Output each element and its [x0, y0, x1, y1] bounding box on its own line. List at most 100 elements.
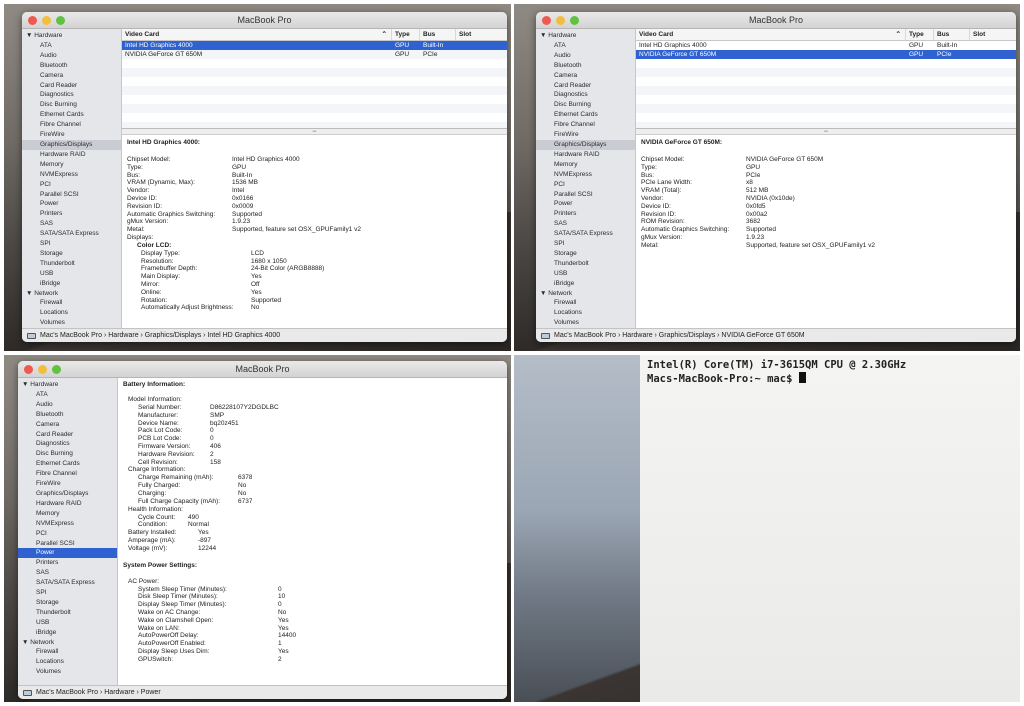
- table-row[interactable]: Intel HD Graphics 4000 GPU Built-In: [636, 41, 1016, 50]
- sidebar-item[interactable]: NVMExpress: [18, 519, 117, 529]
- column-header-slot[interactable]: Slot: [970, 29, 1000, 40]
- sidebar-group-hardware[interactable]: ▼ Hardware: [22, 31, 121, 41]
- sidebar-item[interactable]: SATA/SATA Express: [536, 229, 635, 239]
- sidebar-item[interactable]: Parallel SCSI: [22, 190, 121, 200]
- sidebar-item[interactable]: Hardware RAID: [536, 150, 635, 160]
- sidebar-item[interactable]: Power: [536, 199, 635, 209]
- minimize-icon[interactable]: [38, 365, 47, 374]
- sidebar-item[interactable]: Disc Burning: [22, 100, 121, 110]
- sidebar-item[interactable]: Disc Burning: [18, 449, 117, 459]
- sidebar-item[interactable]: PCI: [536, 180, 635, 190]
- sidebar-item[interactable]: Graphics/Displays: [536, 139, 635, 150]
- zoom-icon[interactable]: [52, 365, 61, 374]
- sidebar-item[interactable]: SATA/SATA Express: [18, 578, 117, 588]
- column-header-bus[interactable]: Bus: [934, 29, 970, 40]
- sidebar-item[interactable]: Graphics/Displays: [18, 489, 117, 499]
- breadcrumb[interactable]: Mac's MacBook Pro › Hardware › Graphics/…: [554, 329, 805, 342]
- sidebar-item[interactable]: Diagnostics: [18, 439, 117, 449]
- sidebar-item[interactable]: USB: [18, 618, 117, 628]
- sidebar-item[interactable]: Card Reader: [22, 81, 121, 91]
- sidebar-item[interactable]: Fibre Channel: [18, 469, 117, 479]
- sidebar-item[interactable]: Diagnostics: [22, 90, 121, 100]
- sidebar-item[interactable]: Memory: [536, 160, 635, 170]
- sidebar-item[interactable]: Thunderbolt: [18, 608, 117, 618]
- sidebar-item[interactable]: Graphics/Displays: [22, 139, 121, 150]
- title-bar[interactable]: MacBook Pro: [536, 12, 1016, 29]
- sidebar-item[interactable]: Card Reader: [536, 81, 635, 91]
- sidebar-item[interactable]: SPI: [536, 239, 635, 249]
- sidebar-item[interactable]: Volumes: [18, 667, 117, 677]
- close-icon[interactable]: [542, 16, 551, 25]
- sidebar-item[interactable]: SAS: [22, 219, 121, 229]
- sidebar-item[interactable]: NVMExpress: [536, 170, 635, 180]
- close-icon[interactable]: [28, 16, 37, 25]
- sidebar-item[interactable]: SAS: [536, 219, 635, 229]
- sidebar-item[interactable]: Printers: [22, 209, 121, 219]
- sidebar-item[interactable]: Printers: [536, 209, 635, 219]
- sidebar-item[interactable]: Locations: [22, 308, 121, 318]
- sidebar-item[interactable]: Fibre Channel: [22, 120, 121, 130]
- sidebar-item[interactable]: Audio: [22, 51, 121, 61]
- sidebar-item[interactable]: iBridge: [536, 279, 635, 289]
- prompt-line[interactable]: Macs-MacBook-Pro:~ mac$: [647, 372, 1013, 386]
- sidebar-item[interactable]: Bluetooth: [18, 410, 117, 420]
- sidebar-group-network[interactable]: ▼ Network: [536, 289, 635, 299]
- sidebar-item[interactable]: USB: [22, 269, 121, 279]
- sidebar-item[interactable]: Bluetooth: [22, 61, 121, 71]
- terminal-window[interactable]: Intel(R) Core(TM) i7-3615QM CPU @ 2.30GH…: [640, 355, 1020, 702]
- breadcrumb[interactable]: Mac's MacBook Pro › Hardware › Power: [36, 686, 161, 699]
- sidebar-item[interactable]: FireWire: [18, 479, 117, 489]
- sidebar-item[interactable]: ATA: [22, 41, 121, 51]
- sidebar-item[interactable]: iBridge: [22, 279, 121, 289]
- column-header-type[interactable]: Type: [392, 29, 420, 40]
- sidebar-item[interactable]: Bluetooth: [536, 61, 635, 71]
- sidebar-item[interactable]: Power: [18, 548, 117, 559]
- table-row[interactable]: NVIDIA GeForce GT 650M GPU PCIe: [636, 50, 1016, 59]
- column-header-bus[interactable]: Bus: [420, 29, 456, 40]
- zoom-icon[interactable]: [56, 16, 65, 25]
- sidebar-item[interactable]: PCI: [22, 180, 121, 190]
- sidebar-item[interactable]: SAS: [18, 568, 117, 578]
- minimize-icon[interactable]: [42, 16, 51, 25]
- sidebar-item[interactable]: ATA: [18, 390, 117, 400]
- sidebar-item[interactable]: NVMExpress: [22, 170, 121, 180]
- sidebar-item[interactable]: PCI: [18, 529, 117, 539]
- sidebar-item[interactable]: Memory: [22, 160, 121, 170]
- close-icon[interactable]: [24, 365, 33, 374]
- column-header-video-card[interactable]: Video Card ⌃: [122, 29, 392, 40]
- sidebar-item[interactable]: iBridge: [18, 628, 117, 638]
- sidebar-item[interactable]: Volumes: [536, 318, 635, 328]
- sidebar-item[interactable]: Ethernet Cards: [22, 110, 121, 120]
- sidebar-item[interactable]: Camera: [536, 71, 635, 81]
- sidebar-item[interactable]: Camera: [18, 420, 117, 430]
- sidebar-item[interactable]: FireWire: [536, 130, 635, 140]
- sidebar-item[interactable]: Camera: [22, 71, 121, 81]
- sidebar-item[interactable]: Diagnostics: [536, 90, 635, 100]
- sidebar-item[interactable]: Parallel SCSI: [18, 539, 117, 549]
- sidebar-item[interactable]: Memory: [18, 509, 117, 519]
- sidebar-item[interactable]: SATA/SATA Express: [22, 229, 121, 239]
- sidebar-item[interactable]: Storage: [18, 598, 117, 608]
- sidebar-item[interactable]: SPI: [18, 588, 117, 598]
- sidebar-item[interactable]: Parallel SCSI: [536, 190, 635, 200]
- sidebar-item[interactable]: SPI: [22, 239, 121, 249]
- sidebar-item[interactable]: Fibre Channel: [536, 120, 635, 130]
- sidebar-item[interactable]: FireWire: [22, 130, 121, 140]
- sidebar-group-hardware[interactable]: ▼ Hardware: [536, 31, 635, 41]
- breadcrumb[interactable]: Mac's MacBook Pro › Hardware › Graphics/…: [40, 329, 280, 342]
- sidebar-item[interactable]: Disc Burning: [536, 100, 635, 110]
- sidebar-item[interactable]: Firewall: [22, 298, 121, 308]
- sidebar-item[interactable]: Hardware RAID: [18, 499, 117, 509]
- title-bar[interactable]: MacBook Pro: [18, 361, 507, 378]
- sidebar-group-network[interactable]: ▼ Network: [18, 638, 117, 648]
- table-row[interactable]: Intel HD Graphics 4000 GPU Built-In: [122, 41, 507, 50]
- sidebar-item[interactable]: Storage: [22, 249, 121, 259]
- sidebar-item[interactable]: Power: [22, 199, 121, 209]
- sidebar-item[interactable]: ATA: [536, 41, 635, 51]
- table-row[interactable]: NVIDIA GeForce GT 650M GPU PCIe: [122, 50, 507, 59]
- sidebar-group-network[interactable]: ▼ Network: [22, 289, 121, 299]
- sidebar-item[interactable]: Ethernet Cards: [18, 459, 117, 469]
- minimize-icon[interactable]: [556, 16, 565, 25]
- title-bar[interactable]: MacBook Pro: [22, 12, 507, 29]
- sidebar-item[interactable]: Audio: [536, 51, 635, 61]
